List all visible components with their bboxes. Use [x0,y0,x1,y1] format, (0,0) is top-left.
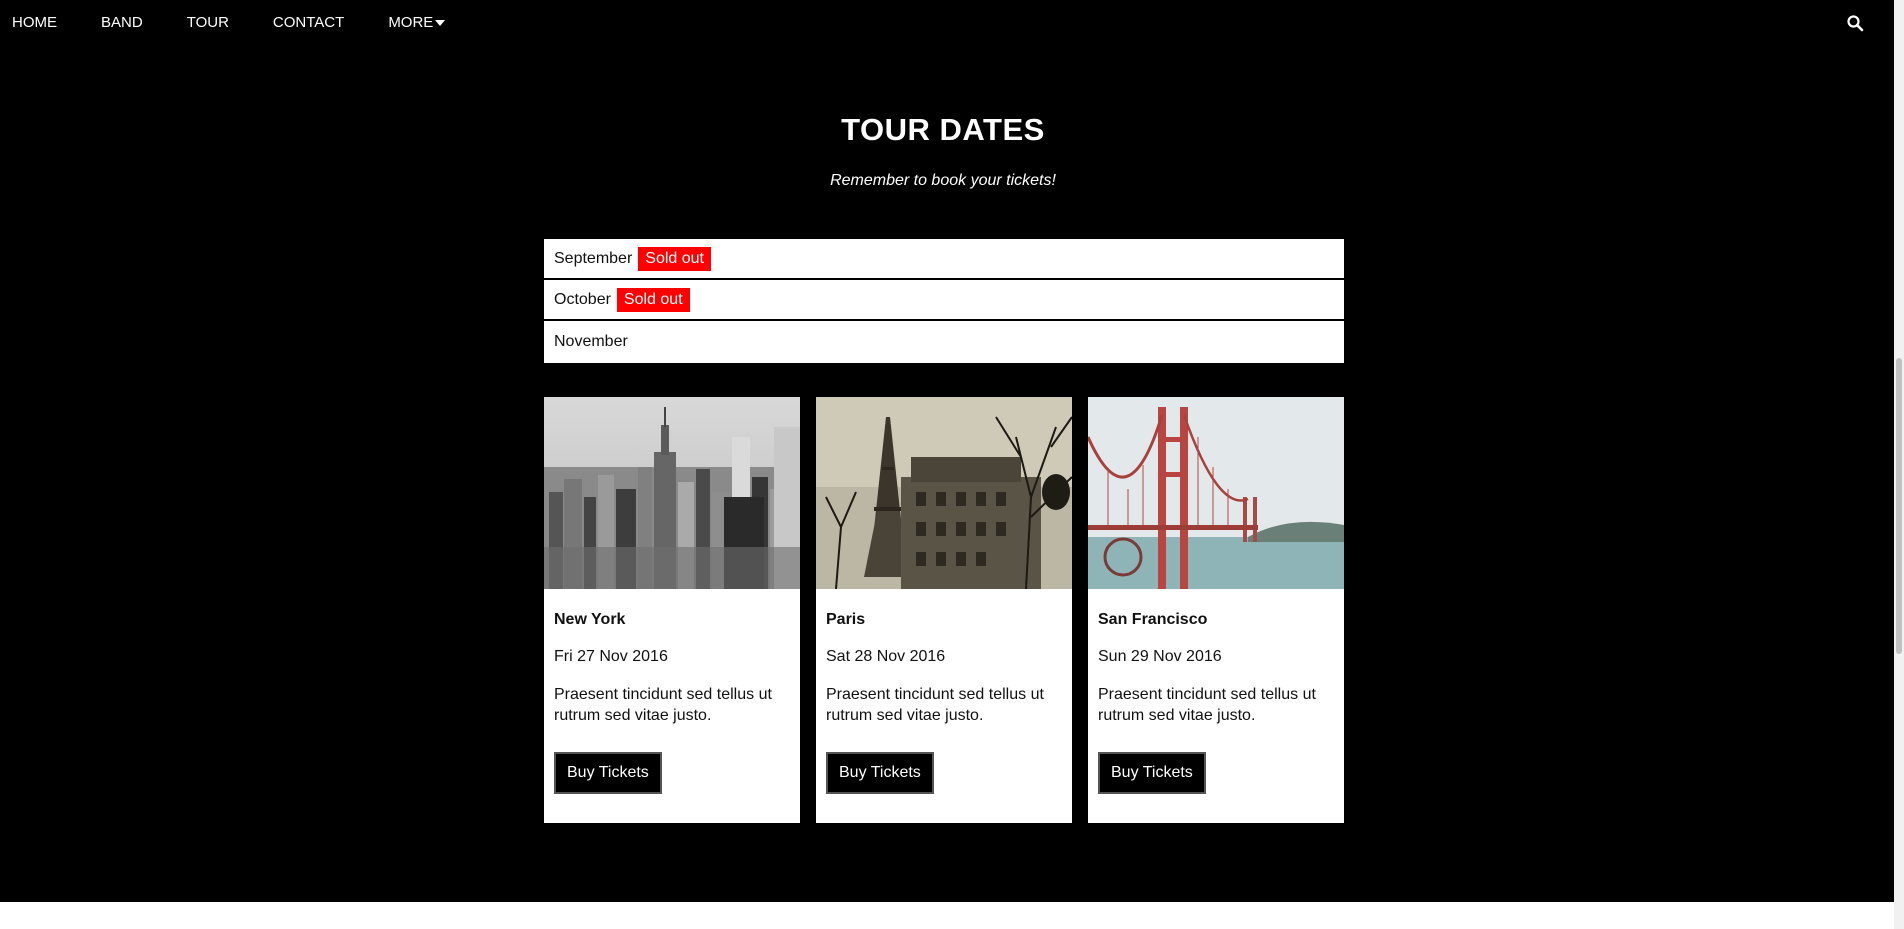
tour-title: TOUR DATES [841,112,1045,147]
buy-tickets-button[interactable]: Buy Tickets [554,752,662,794]
nav-more-label: MORE [388,13,434,31]
card-description: Praesent tincidunt sed tellus ut rutrum … [554,686,772,724]
card-description: Praesent tincidunt sed tellus ut rutrum … [826,686,1044,724]
buy-tickets-button[interactable]: Buy Tickets [1098,752,1206,794]
page: HOME BAND TOUR CONTACT MORE TOUR DATES R… [0,0,1894,929]
month-name: September [554,249,633,267]
month-item-october: October Sold out [544,280,1344,321]
nav-more-dropdown[interactable]: MORE [366,0,467,44]
card-city: San Francisco [1098,611,1208,628]
caret-down-icon [435,19,446,26]
tour-card-paris: Paris Sat 28 Nov 2016 Praesent tincidunt… [816,397,1072,823]
nav-home[interactable]: HOME [0,0,79,44]
scrollbar-thumb[interactable] [1896,358,1902,654]
sold-out-badge: Sold out [638,246,711,271]
vertical-scrollbar[interactable] [1894,0,1904,929]
card-date: Sun 29 Nov 2016 [1098,648,1222,665]
tour-card-san-francisco: San Francisco Sun 29 Nov 2016 Praesent t… [1088,397,1344,823]
top-navbar: HOME BAND TOUR CONTACT MORE [0,0,1894,44]
card-body: New York Fri 27 Nov 2016 Praesent tincid… [544,611,800,794]
sold-out-badge: Sold out [616,287,690,312]
nav-band[interactable]: BAND [79,0,165,44]
tour-section: TOUR DATES Remember to book your tickets… [0,44,1894,902]
month-item-november: November [544,321,1344,363]
viewport: HOME BAND TOUR CONTACT MORE TOUR DATES R… [0,0,1904,929]
card-body: San Francisco Sun 29 Nov 2016 Praesent t… [1088,611,1344,794]
month-list: September Sold out October Sold out Nove… [544,239,1344,363]
card-body: Paris Sat 28 Nov 2016 Praesent tincidunt… [816,611,1072,794]
tour-cards: New York Fri 27 Nov 2016 Praesent tincid… [544,397,1344,823]
month-name: October [554,290,611,308]
search-icon[interactable] [1846,14,1864,32]
buy-tickets-button[interactable]: Buy Tickets [826,752,934,794]
new-york-skyline-image [544,397,800,589]
month-item-september: September Sold out [544,239,1344,280]
tour-subtitle: Remember to book your tickets! [830,172,1056,189]
card-date: Fri 27 Nov 2016 [554,648,668,665]
card-description: Praesent tincidunt sed tellus ut rutrum … [1098,686,1316,724]
card-date: Sat 28 Nov 2016 [826,648,946,665]
month-name: November [554,333,628,350]
nav-contact[interactable]: CONTACT [251,0,366,44]
san-francisco-golden-gate-image [1088,397,1344,589]
nav-tour[interactable]: TOUR [165,0,251,44]
card-city: New York [554,611,626,628]
card-city: Paris [826,611,866,628]
tour-card-new-york: New York Fri 27 Nov 2016 Praesent tincid… [544,397,800,823]
paris-eiffel-tower-image [816,397,1072,589]
